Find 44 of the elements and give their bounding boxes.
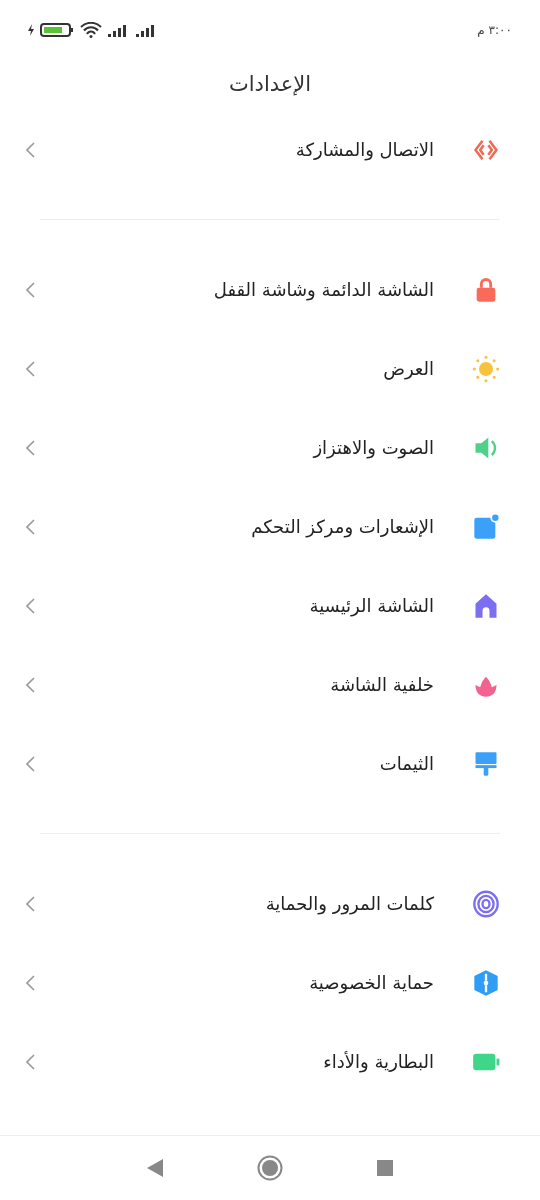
chevron-icon [26,974,35,991]
settings-row[interactable]: الاتصال والمشاركة [0,110,540,189]
settings-row[interactable]: خلفية الشاشة [0,645,540,724]
chevron-icon [26,1053,35,1070]
settings-label: الثيمات [378,752,434,776]
fingerprint-icon [472,889,500,918]
notification-icon [472,512,500,541]
settings-row[interactable]: الثيمات [0,724,540,803]
settings-label: كلمات المرور والحماية [264,892,434,917]
battery-icon [40,23,74,37]
chevron-icon [26,281,35,298]
settings-label: الشاشة الرئيسية [308,594,434,619]
settings-row[interactable]: الصوت والاهتزاز [0,408,540,487]
status-time: ٣:٠٠ م [477,22,512,39]
shield-icon [472,968,500,997]
chevron-icon [26,755,35,772]
settings-row[interactable]: كلمات المرور والحماية [0,864,540,943]
charging-icon [28,24,34,36]
sun-icon [472,354,500,383]
chevron-icon [26,676,35,693]
home-icon[interactable] [257,1155,283,1181]
settings-label: الاتصال والمشاركة [294,138,434,163]
settings-row[interactable]: الشاشة الدائمة وشاشة القفل [0,250,540,329]
chevron-icon [26,141,35,158]
chevron-icon [26,895,35,912]
chevron-icon [26,360,35,377]
back-icon[interactable] [147,1159,163,1177]
settings-label: البطارية والأداء [322,1050,434,1075]
settings-row[interactable]: الإشعارات ومركز التحكم [0,487,540,566]
settings-label: الإشعارات ومركز التحكم [250,515,434,540]
chevron-icon [26,597,35,614]
settings-label: العرض [382,357,434,382]
chevron-icon [26,439,35,456]
settings-label: الصوت والاهتزاز [311,436,434,461]
settings-row[interactable]: البطارية والأداء [0,1022,540,1101]
settings-row[interactable]: الشاشة الرئيسية [0,566,540,645]
settings-row[interactable]: العرض [0,329,540,408]
settings-label: خلفية الشاشة [329,673,434,697]
wifi-icon [80,22,102,38]
settings-row[interactable]: حماية الخصوصية [0,943,540,1022]
chevron-icon [26,518,35,535]
page-title: الإعدادات [228,71,312,99]
settings-label: حماية الخصوصية [308,971,434,996]
settings-label: الشاشة الدائمة وشاشة القفل [212,278,434,303]
